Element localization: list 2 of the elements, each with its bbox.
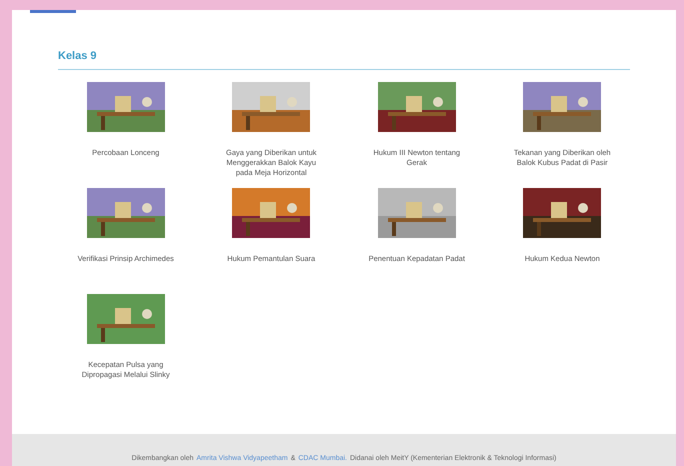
tab-indicator bbox=[30, 10, 76, 13]
section-heading: Kelas 9 bbox=[58, 48, 630, 70]
